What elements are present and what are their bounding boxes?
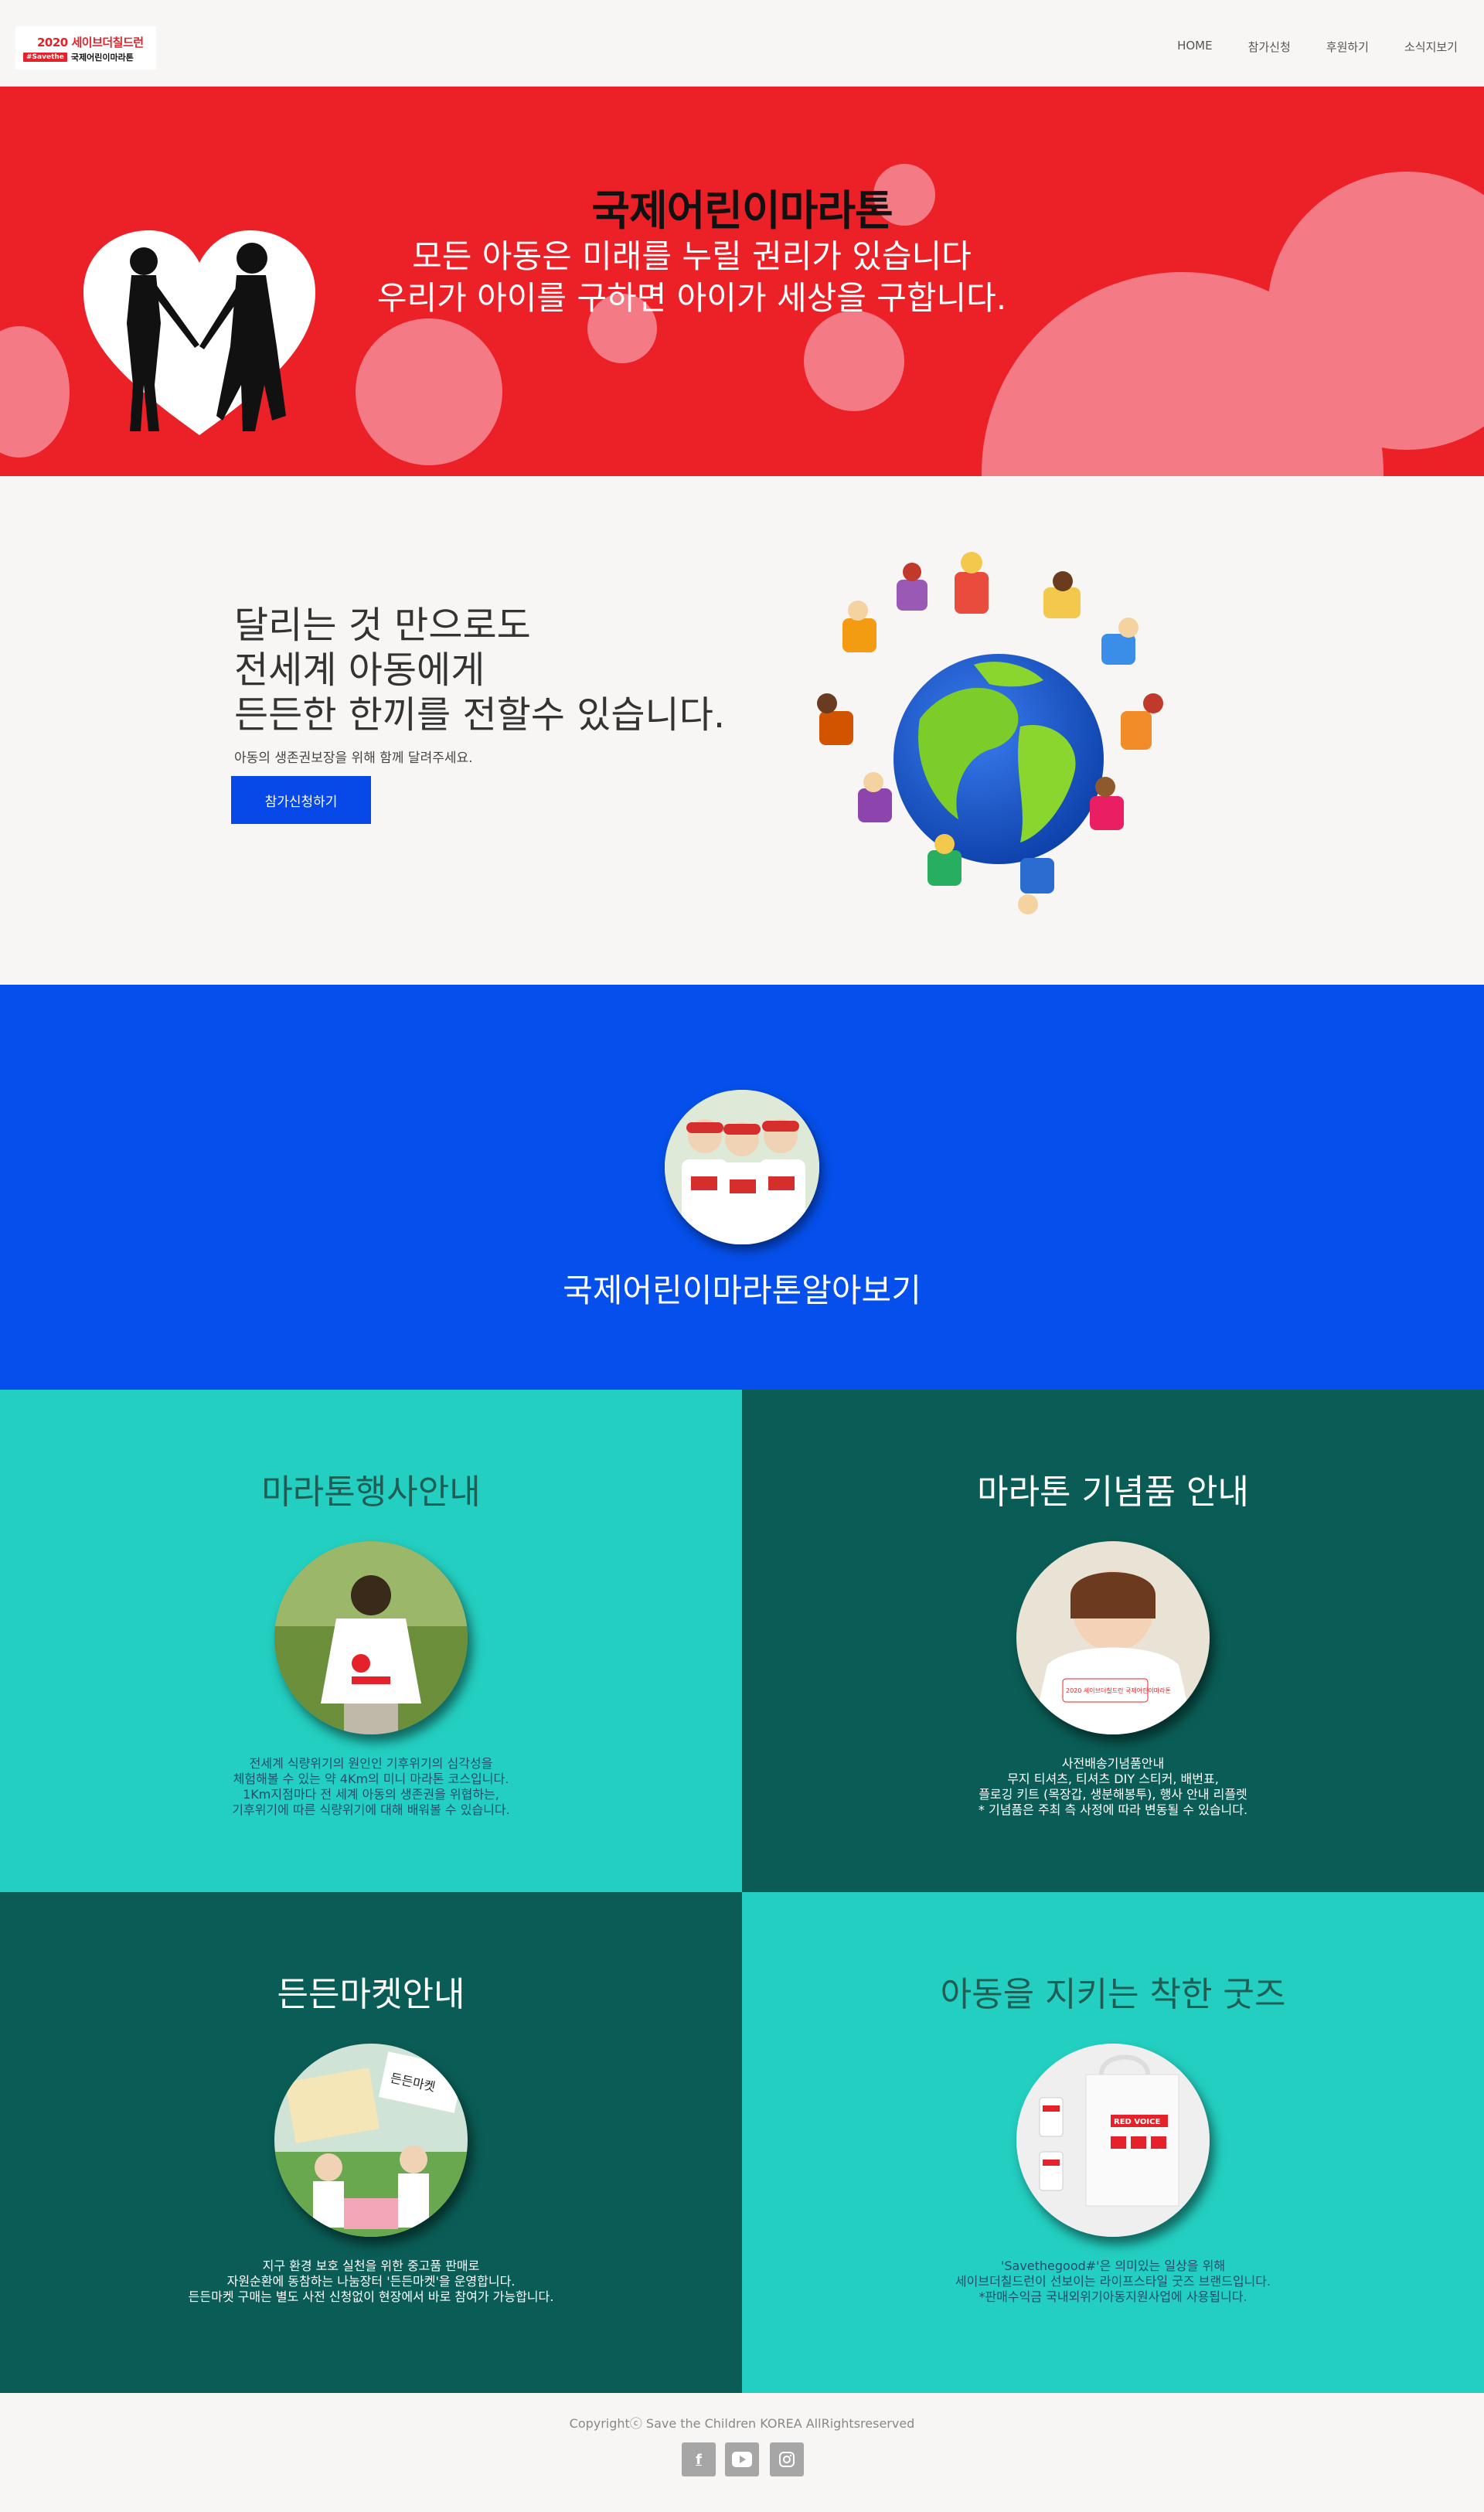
nav-home[interactable]: HOME xyxy=(1177,39,1213,55)
market-info-line: 지구 환경 보호 실천을 위한 중고품 판매로 xyxy=(262,2258,480,2273)
instagram-icon[interactable] xyxy=(770,2442,804,2476)
goods-info-card: 아동을 지키는 착한 굿즈 RED VOICE 'Savethegood#'은 … xyxy=(742,1892,1484,2395)
market-info-line: 자원순환에 동참하는 나눔장터 '든든마켓'을 운영합니다. xyxy=(226,2274,516,2289)
nav-apply[interactable]: 참가신청 xyxy=(1248,39,1291,55)
intro-heading-line: 달리는 것 만으로도 xyxy=(234,604,531,647)
event-info-photo xyxy=(274,1541,468,1734)
site-header: 2020 세이브더칠드런 #Savethe 국제어린이마라톤 HOME 참가신청… xyxy=(0,0,1484,87)
goods-info-title: 아동을 지키는 착한 굿즈 xyxy=(940,1975,1286,2014)
event-info-line: 체험해볼 수 있는 약 4Km의 미니 마라톤 코스입니다. xyxy=(233,1772,509,1786)
souvenir-info-card: 마라톤 기념품 안내 2020 세이브더칠드런 국제어린이마라톤 사전배송기념품… xyxy=(742,1390,1484,1892)
hero-banner: 국제어린이마라톤 모든 아동은 미래를 누릴 권리가 있습니다 우리가 아이를 … xyxy=(0,87,1484,476)
event-info-line: 1Km지점마다 전 세계 아동의 생존권을 위협하는, xyxy=(243,1787,499,1802)
logo-line2-wrap: #Savethe 국제어린이마라톤 xyxy=(23,51,134,63)
event-info-line: 기후위기에 따른 식량위기에 대해 배워볼 수 있습니다. xyxy=(232,1802,510,1817)
market-info-card: 든든마켓안내 든든마켓 지구 환경 보호 실천을 위한 중고품 판매로 자원순환… xyxy=(0,1892,742,2395)
souvenir-info-line: 플로깅 키트 (목장갑, 생분해봉투), 행사 안내 리플렛 xyxy=(979,1787,1247,1802)
hero-heart-decoration xyxy=(0,326,70,458)
event-info-description: 전세계 식량위기의 원인인 기후위기의 심각성을 체험해볼 수 있는 약 4Km… xyxy=(0,1756,742,1818)
market-info-title: 든든마켓안내 xyxy=(277,1975,465,2014)
souvenir-info-description: 사전배송기념품안내 무지 티셔츠, 티셔츠 DIY 스티커, 배번표, 플로깅 … xyxy=(742,1756,1484,1818)
hero-subtitle-2: 우리가 아이를 구하면 아이가 세상을 구합니다. xyxy=(376,279,1007,317)
market-info-photo: 든든마켓 xyxy=(274,2044,468,2237)
souvenir-info-line: 사전배송기념품안내 xyxy=(1061,1756,1165,1771)
souvenir-info-line: 무지 티셔츠, 티셔츠 DIY 스티커, 배번표, xyxy=(1007,1772,1219,1786)
apply-button[interactable]: 참가신청하기 xyxy=(231,776,371,824)
goods-info-line: *판매수익금 국내외위기아동지원사업에 사용됩니다. xyxy=(979,2289,1247,2304)
goods-info-photo: RED VOICE xyxy=(1016,2044,1210,2237)
goods-photo-caption: RED VOICE xyxy=(1114,2118,1160,2126)
intro-heading-line: 전세계 아동에게 xyxy=(234,648,485,692)
main-nav: HOME 참가신청 후원하기 소식지보기 xyxy=(1142,39,1458,55)
nav-donate[interactable]: 후원하기 xyxy=(1326,39,1369,55)
copyright-text: Copyrightⓒ Save the Children KOREA AllRi… xyxy=(569,2416,915,2431)
hero-heart-decoration xyxy=(804,311,904,411)
goods-info-line: 세이브더칠드런이 선보이는 라이프스타일 굿즈 브랜드입니다. xyxy=(955,2274,1271,2289)
market-info-description: 지구 환경 보호 실천을 위한 중고품 판매로 자원순환에 동참하는 나눔장터 … xyxy=(0,2258,742,2305)
goods-info-line: 'Savethegood#'은 의미있는 일상을 위해 xyxy=(1000,2258,1226,2273)
goods-info-description: 'Savethegood#'은 의미있는 일상을 위해 세이브더칠드런이 선보이… xyxy=(742,2258,1484,2305)
souvenir-info-line: * 기념품은 주최 측 사정에 따라 변동될 수 있습니다. xyxy=(978,1802,1248,1817)
hero-subtitle-1: 모든 아동은 미래를 누릴 권리가 있습니다 xyxy=(412,237,972,275)
about-title[interactable]: 국제어린이마라톤알아보기 xyxy=(0,1265,1484,1312)
intro-heading: 달리는 것 만으로도 전세계 아동에게 든든한 한끼를 전할수 있습니다. xyxy=(234,603,791,742)
event-info-line: 전세계 식량위기의 원인인 기후위기의 심각성을 xyxy=(249,1756,493,1771)
logo-line2: 국제어린이마라톤 xyxy=(70,53,134,63)
logo-tag: #Savethe xyxy=(23,53,67,62)
intro-description: 아동의 생존권보장을 위해 함께 달려주세요. xyxy=(234,751,473,766)
hero-title: 국제어린이마라톤 xyxy=(591,186,893,235)
children-runners-photo xyxy=(665,1090,819,1244)
event-info-title: 마라톤행사안내 xyxy=(261,1472,481,1512)
intro-heading-line: 든든한 한끼를 전할수 있습니다. xyxy=(234,693,726,737)
globe-children-illustration xyxy=(817,552,1163,914)
souvenir-info-photo: 2020 세이브더칠드런 국제어린이마라톤 xyxy=(1016,1541,1210,1734)
event-info-card: 마라톤행사안내 전세계 식량위기의 원인인 기후위기의 심각성을 체험해볼 수 … xyxy=(0,1390,742,1892)
market-info-line: 든든마켓 구매는 별도 사전 신청없이 현장에서 바로 참여가 가능합니다. xyxy=(188,2289,554,2304)
site-logo[interactable]: 2020 세이브더칠드런 #Savethe 국제어린이마라톤 xyxy=(15,26,156,70)
hero-heart-decoration xyxy=(356,318,502,465)
youtube-icon[interactable] xyxy=(725,2442,759,2476)
nav-newsletter[interactable]: 소식지보기 xyxy=(1404,39,1458,55)
logo-line1: 2020 세이브더칠드런 xyxy=(37,36,144,49)
facebook-icon[interactable]: f xyxy=(682,2442,716,2476)
souvenir-photo-caption: 2020 세이브더칠드런 국제어린이마라톤 xyxy=(1066,1687,1171,1694)
souvenir-info-title: 마라톤 기념품 안내 xyxy=(977,1472,1249,1512)
